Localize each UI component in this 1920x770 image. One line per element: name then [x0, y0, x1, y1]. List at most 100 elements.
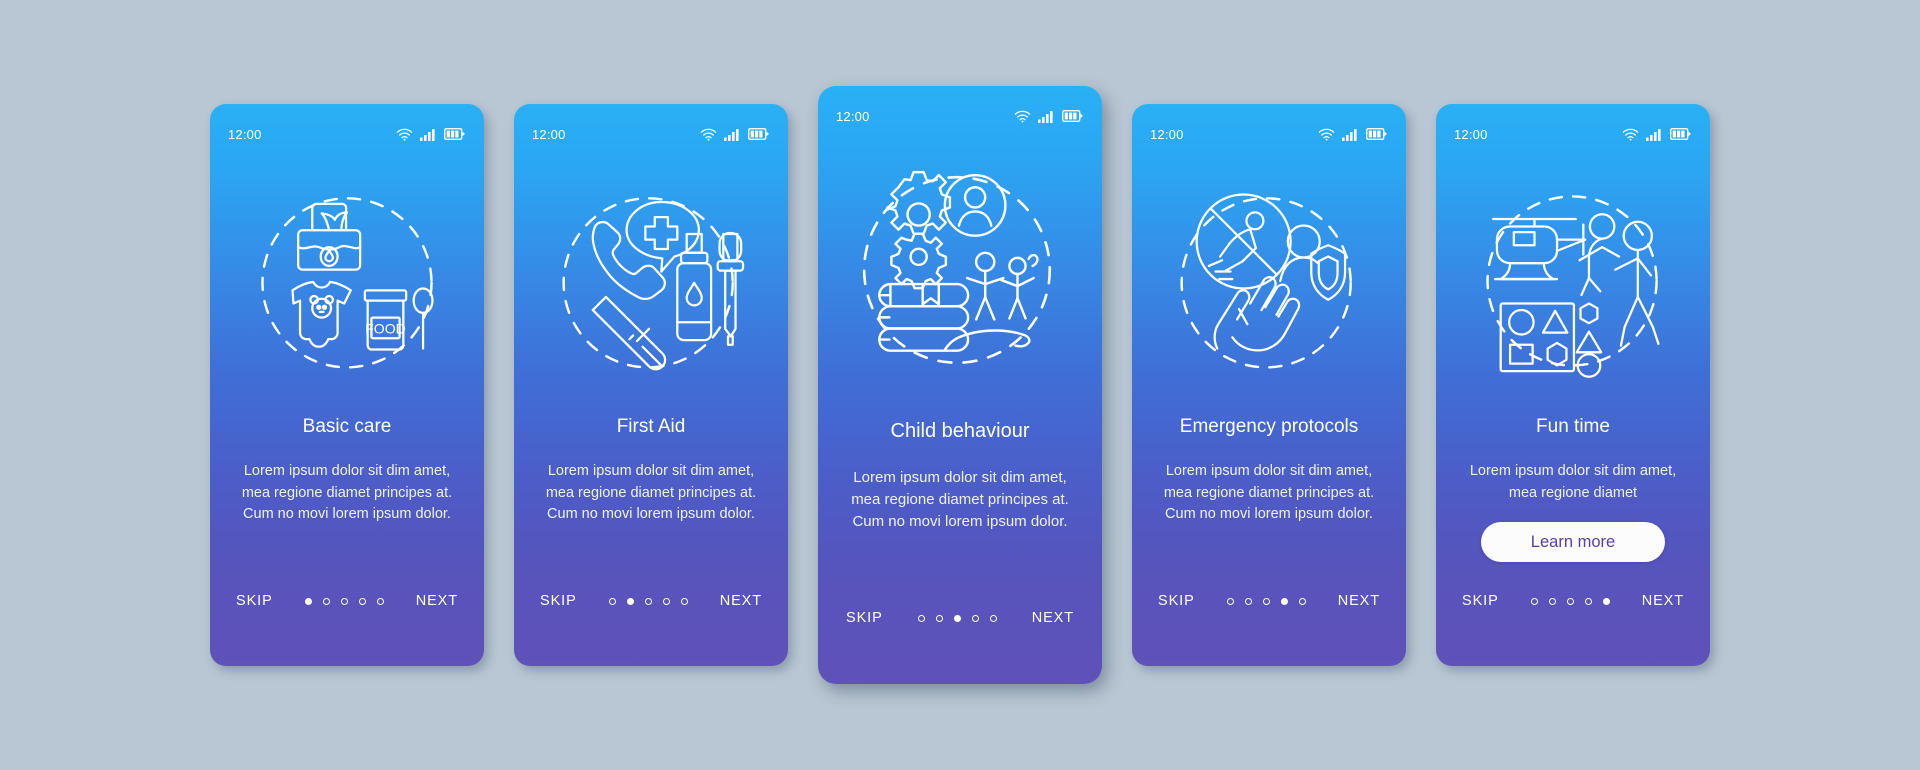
battery-icon — [748, 128, 769, 140]
wifi-icon — [396, 128, 413, 141]
pagination-dot[interactable] — [1602, 597, 1610, 605]
screen-title: First Aid — [616, 416, 686, 437]
pagination-dot[interactable] — [1262, 597, 1270, 605]
screen-description: Lorem ipsum dolor sit dim amet, mea regi… — [545, 463, 757, 523]
screen-title: Emergency protocols — [1179, 416, 1359, 437]
illustration-fun-time — [1436, 148, 1710, 408]
skip-button[interactable]: SKIP — [844, 606, 885, 630]
pagination-dot[interactable] — [680, 597, 688, 605]
onboarding-screen-emergency-protocols: 12:00 Emergency protocols Lorem ipsum do… — [1132, 104, 1406, 666]
illustration-emergency-protocols — [1132, 148, 1406, 408]
pagination-dot[interactable] — [971, 614, 979, 622]
pagination-dots — [1530, 597, 1610, 605]
screen-footer-nav: SKIP NEXT — [818, 588, 1102, 684]
pagination-dot[interactable] — [1244, 597, 1252, 605]
onboarding-screen-first-aid: 12:00 First Aid Lorem ipsum dolor sit di… — [514, 104, 788, 666]
signal-bars-icon — [1038, 110, 1053, 123]
onboarding-screen-child-behaviour: 12:00 Child behaviour Lorem ipsum dolor … — [818, 86, 1102, 684]
screen-description: Lorem ipsum dolor sit dim amet, mea regi… — [851, 468, 1069, 530]
status-bar: 12:00 — [818, 86, 1102, 130]
status-icons-group — [1014, 110, 1084, 123]
pagination-dot[interactable] — [1566, 597, 1574, 605]
signal-bars-icon — [420, 128, 435, 141]
next-button[interactable]: NEXT — [718, 589, 764, 613]
signal-bars-icon — [724, 128, 739, 141]
onboarding-screen-fun-time: 12:00 Fun time Lorem ipsum dolor sit dim… — [1436, 104, 1710, 666]
battery-icon — [444, 128, 465, 140]
skip-button[interactable]: SKIP — [1460, 589, 1501, 613]
pagination-dot[interactable] — [1530, 597, 1538, 605]
next-button[interactable]: NEXT — [414, 589, 460, 613]
pagination-dot[interactable] — [935, 614, 943, 622]
status-bar: 12:00 — [514, 104, 788, 148]
status-time: 12:00 — [532, 126, 566, 142]
status-icons-group — [1622, 128, 1692, 141]
status-bar: 12:00 — [1436, 104, 1710, 148]
screen-title: Basic care — [302, 416, 392, 437]
pagination-dot[interactable] — [917, 614, 925, 622]
skip-button[interactable]: SKIP — [1156, 589, 1197, 613]
screen-footer-nav: SKIP NEXT — [514, 570, 788, 666]
screen-content: Child behaviour Lorem ipsum dolor sit di… — [818, 412, 1102, 588]
pagination-dots — [917, 614, 997, 622]
pagination-dots — [608, 597, 688, 605]
pagination-dot[interactable] — [1298, 597, 1306, 605]
screen-footer-nav: SKIP NEXT — [210, 570, 484, 666]
pagination-dot[interactable] — [304, 597, 312, 605]
status-icons-group — [1318, 128, 1388, 141]
status-time: 12:00 — [1150, 126, 1184, 142]
pagination-dots — [1226, 597, 1306, 605]
illustration-first-aid — [514, 148, 788, 408]
status-bar: 12:00 — [210, 104, 484, 148]
pagination-dot[interactable] — [1226, 597, 1234, 605]
status-bar: 12:00 — [1132, 104, 1406, 148]
learn-more-button[interactable]: Learn more — [1481, 522, 1665, 563]
pagination-dot[interactable] — [1548, 597, 1556, 605]
screen-description: Lorem ipsum dolor sit dim amet, mea regi… — [1469, 463, 1677, 501]
wifi-icon — [1014, 110, 1031, 123]
onboarding-screen-basic-care: 12:00 FOOD Basic care Lorem ipsum dolor … — [210, 104, 484, 666]
status-time: 12:00 — [836, 108, 870, 124]
skip-button[interactable]: SKIP — [538, 589, 579, 613]
screen-content: Fun time Lorem ipsum dolor sit dim amet,… — [1436, 408, 1710, 570]
pagination-dot[interactable] — [989, 614, 997, 622]
wifi-icon — [700, 128, 717, 141]
illustration-child-behaviour — [818, 130, 1102, 412]
wifi-icon — [1622, 128, 1639, 141]
battery-icon — [1062, 110, 1083, 122]
svg-text:FOOD: FOOD — [365, 321, 406, 337]
screen-description: Lorem ipsum dolor sit dim amet, mea regi… — [241, 463, 453, 523]
screen-title: Child behaviour — [890, 420, 1030, 442]
screen-content: Emergency protocols Lorem ipsum dolor si… — [1132, 408, 1406, 570]
screen-footer-nav: SKIP NEXT — [1436, 570, 1710, 666]
pagination-dot[interactable] — [376, 597, 384, 605]
pagination-dot[interactable] — [1280, 597, 1288, 605]
pagination-dot[interactable] — [1584, 597, 1592, 605]
pagination-dot[interactable] — [644, 597, 652, 605]
wifi-icon — [1318, 128, 1335, 141]
next-button[interactable]: NEXT — [1640, 589, 1686, 613]
pagination-dot[interactable] — [662, 597, 670, 605]
pagination-dot[interactable] — [322, 597, 330, 605]
pagination-dot[interactable] — [953, 614, 961, 622]
screen-description: Lorem ipsum dolor sit dim amet, mea regi… — [1163, 463, 1375, 523]
illustration-basic-care: FOOD — [210, 148, 484, 408]
battery-icon — [1366, 128, 1387, 140]
next-button[interactable]: NEXT — [1336, 589, 1382, 613]
screen-content: Basic care Lorem ipsum dolor sit dim ame… — [210, 408, 484, 570]
screen-title: Fun time — [1536, 416, 1610, 437]
pagination-dot[interactable] — [608, 597, 616, 605]
signal-bars-icon — [1646, 128, 1661, 141]
screen-footer-nav: SKIP NEXT — [1132, 570, 1406, 666]
status-time: 12:00 — [228, 126, 262, 142]
onboarding-screens-stage: 12:00 FOOD Basic care Lorem ipsum dolor … — [0, 0, 1920, 770]
pagination-dots — [304, 597, 384, 605]
next-button[interactable]: NEXT — [1030, 606, 1076, 630]
skip-button[interactable]: SKIP — [234, 589, 275, 613]
status-icons-group — [396, 128, 466, 141]
pagination-dot[interactable] — [358, 597, 366, 605]
screen-content: First Aid Lorem ipsum dolor sit dim amet… — [514, 408, 788, 570]
pagination-dot[interactable] — [626, 597, 634, 605]
pagination-dot[interactable] — [340, 597, 348, 605]
signal-bars-icon — [1342, 128, 1357, 141]
